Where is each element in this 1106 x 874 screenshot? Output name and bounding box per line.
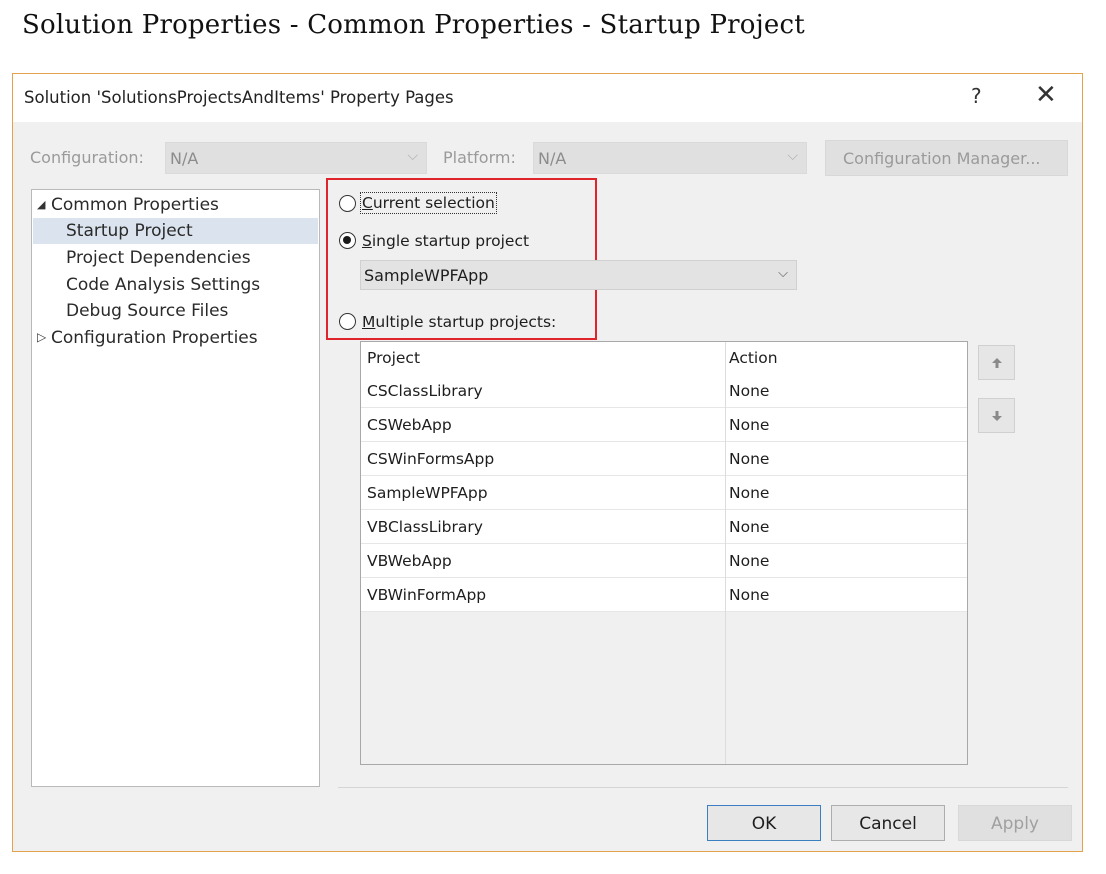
startup-projects-grid: Project Action CSClassLibrary None CSWeb…: [360, 341, 968, 765]
tree-item-code-analysis-settings[interactable]: Code Analysis Settings: [66, 275, 260, 295]
action-cell[interactable]: None: [729, 416, 769, 434]
single-startup-radio[interactable]: [339, 232, 356, 249]
table-row[interactable]: CSClassLibrary None: [361, 374, 967, 408]
table-row[interactable]: CSWebApp None: [361, 408, 967, 442]
grid-header: Project Action: [361, 342, 967, 374]
configuration-manager-button: Configuration Manager...: [825, 140, 1068, 176]
startup-project-dropdown[interactable]: SampleWPFApp ⌵: [360, 260, 797, 290]
chevron-down-icon: ⌵: [787, 148, 798, 164]
current-selection-radio[interactable]: [339, 195, 356, 212]
collapsed-triangle-icon[interactable]: ▷: [37, 330, 46, 344]
ok-button[interactable]: OK: [707, 805, 821, 841]
move-up-button[interactable]: [978, 345, 1015, 380]
table-row[interactable]: VBWinFormApp None: [361, 578, 967, 612]
figure-caption: Solution Properties - Common Properties …: [22, 10, 805, 40]
tree-item-debug-source-files[interactable]: Debug Source Files: [66, 301, 228, 321]
arrow-up-icon: [992, 358, 1002, 368]
cancel-button[interactable]: Cancel: [831, 805, 945, 841]
cancel-label: Cancel: [859, 814, 917, 834]
single-startup-label[interactable]: Single startup project: [362, 232, 529, 250]
chevron-down-icon: ⌵: [407, 148, 418, 164]
platform-value: N/A: [538, 149, 567, 168]
action-cell[interactable]: None: [729, 450, 769, 468]
project-cell: VBClassLibrary: [367, 518, 483, 536]
current-selection-label[interactable]: Current selection: [360, 192, 497, 214]
platform-combo: N/A ⌵: [533, 142, 807, 174]
footer-separator: [338, 787, 1068, 788]
column-header-project[interactable]: Project: [367, 349, 420, 367]
configuration-combo: N/A ⌵: [165, 142, 427, 174]
action-cell[interactable]: None: [729, 552, 769, 570]
close-icon[interactable]: ✕: [1035, 80, 1057, 110]
configuration-manager-label: Configuration Manager...: [843, 149, 1041, 168]
property-tree: ◢ Common Properties Startup Project Proj…: [31, 189, 320, 787]
column-header-action[interactable]: Action: [729, 349, 778, 367]
project-cell: CSWebApp: [367, 416, 452, 434]
action-cell[interactable]: None: [729, 484, 769, 502]
single-startup-text: ingle startup project: [371, 232, 530, 250]
multiple-startup-radio[interactable]: [339, 313, 356, 330]
multiple-startup-text: ultiple startup projects:: [375, 313, 557, 331]
tree-item-startup-project[interactable]: Startup Project: [66, 221, 193, 241]
radio-selected-dot: [343, 236, 351, 244]
action-cell[interactable]: None: [729, 518, 769, 536]
access-key: M: [362, 313, 376, 331]
project-cell: VBWebApp: [367, 552, 452, 570]
tree-item-common-properties[interactable]: Common Properties: [51, 195, 219, 215]
multiple-startup-label[interactable]: Multiple startup projects:: [362, 313, 556, 331]
action-cell[interactable]: None: [729, 586, 769, 604]
platform-label: Platform:: [443, 148, 516, 167]
property-pages-dialog: Solution 'SolutionsProjectsAndItems' Pro…: [12, 73, 1083, 852]
tree-item-project-dependencies[interactable]: Project Dependencies: [66, 248, 251, 268]
expanded-triangle-icon[interactable]: ◢: [37, 198, 45, 211]
startup-project-value: SampleWPFApp: [364, 266, 489, 285]
move-down-button[interactable]: [978, 398, 1015, 433]
title-bar: Solution 'SolutionsProjectsAndItems' Pro…: [13, 74, 1082, 122]
window-title: Solution 'SolutionsProjectsAndItems' Pro…: [24, 88, 454, 107]
apply-label: Apply: [991, 814, 1039, 834]
access-key: S: [362, 232, 372, 250]
tree-item-configuration-properties[interactable]: Configuration Properties: [51, 328, 258, 348]
configuration-label: Configuration:: [30, 148, 144, 167]
column-divider: [725, 342, 726, 764]
apply-button: Apply: [958, 805, 1072, 841]
table-row[interactable]: VBWebApp None: [361, 544, 967, 578]
action-cell[interactable]: None: [729, 382, 769, 400]
current-selection-text: urrent selection: [372, 194, 495, 212]
configuration-value: N/A: [170, 149, 199, 168]
arrow-down-icon: [992, 411, 1002, 421]
table-row[interactable]: SampleWPFApp None: [361, 476, 967, 510]
project-cell: SampleWPFApp: [367, 484, 488, 502]
project-cell: VBWinFormApp: [367, 586, 487, 604]
ok-label: OK: [751, 814, 777, 834]
access-key: C: [362, 194, 373, 212]
help-button[interactable]: ?: [971, 84, 982, 108]
project-cell: CSWinFormsApp: [367, 450, 495, 468]
chevron-down-icon: ⌵: [778, 266, 788, 281]
table-row[interactable]: VBClassLibrary None: [361, 510, 967, 544]
table-row[interactable]: CSWinFormsApp None: [361, 442, 967, 476]
project-cell: CSClassLibrary: [367, 382, 483, 400]
